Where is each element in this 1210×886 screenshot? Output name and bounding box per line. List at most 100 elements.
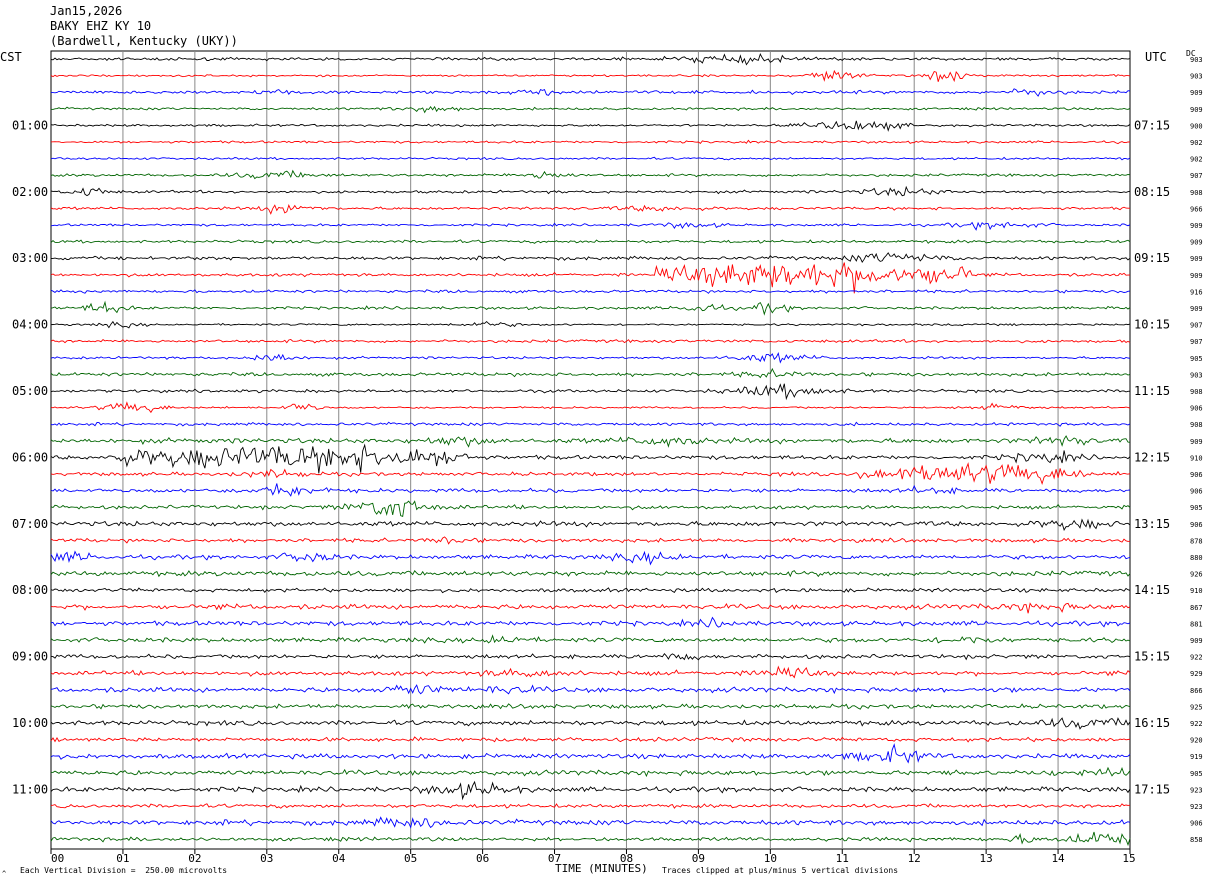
dc-offset-label: 906 (1190, 820, 1203, 828)
x-tick-label: 14 (1051, 852, 1065, 865)
trace-1 (50, 69, 1131, 83)
left-hour-label: 07:00 (12, 517, 48, 531)
dc-offset-label: 902 (1190, 139, 1203, 147)
x-tick-label: 04 (332, 852, 346, 865)
left-hour-label: 09:00 (12, 650, 48, 664)
trace-12 (50, 252, 1131, 264)
left-hour-label: 03:00 (12, 251, 48, 265)
right-hour-label: 16:15 (1134, 716, 1170, 730)
corner-mark: ^ (2, 870, 7, 878)
dc-offset-label: 907 (1190, 172, 1203, 180)
x-tick-label: 01 (116, 852, 129, 865)
x-tick-label: 10 (764, 852, 777, 865)
right-hour-label: 13:15 (1134, 517, 1170, 531)
trace-17 (50, 338, 1131, 344)
trace-44 (50, 780, 1131, 801)
dc-offset-label: 907 (1190, 322, 1203, 330)
dc-offset-label: 905 (1190, 355, 1203, 363)
left-hour-label: 08:00 (12, 583, 48, 597)
x-tick-label: 02 (188, 852, 201, 865)
trace-26 (50, 483, 1131, 497)
trace-33 (50, 602, 1131, 614)
dc-offset-label: 910 (1190, 587, 1203, 595)
right-hour-label: 17:15 (1134, 782, 1170, 796)
dc-offset-label: 909 (1190, 222, 1203, 230)
trace-23 (50, 435, 1131, 448)
x-axis-title: TIME (MINUTES) (555, 862, 648, 875)
trace-18 (50, 351, 1131, 364)
trace-34 (50, 616, 1131, 628)
plot-date: Jan15,2026 (50, 4, 123, 18)
dc-offset-label: 858 (1190, 836, 1203, 844)
dc-offset-label: 916 (1190, 288, 1203, 296)
dc-offset-label: 905 (1190, 770, 1203, 778)
dc-offset-label: 920 (1190, 737, 1203, 745)
dc-offset-label: 866 (1190, 687, 1203, 695)
x-tick-label: 12 (908, 852, 921, 865)
dc-offset-label: 908 (1190, 189, 1203, 197)
x-tick-label: 13 (980, 852, 993, 865)
trace-40 (50, 717, 1131, 730)
dc-offset-label: 910 (1190, 454, 1203, 462)
left-hour-label: 10:00 (12, 716, 48, 730)
right-hour-label: 11:15 (1134, 384, 1170, 398)
trace-36 (50, 652, 1131, 661)
trace-27 (50, 500, 1131, 518)
dc-offset-label: 966 (1190, 205, 1203, 213)
dc-offset-label: 903 (1190, 371, 1203, 379)
dc-offset-label: 907 (1190, 338, 1203, 346)
trace-37 (50, 665, 1131, 679)
trace-38 (50, 684, 1131, 695)
dc-offset-label: 881 (1190, 620, 1203, 628)
dc-offset-label: 925 (1190, 703, 1203, 711)
trace-45 (50, 803, 1131, 809)
dc-offset-label: 909 (1190, 239, 1203, 247)
trace-47 (50, 831, 1131, 847)
trace-21 (50, 401, 1131, 414)
left-hour-label: 02:00 (12, 185, 48, 199)
x-tick-label: 03 (260, 852, 273, 865)
station-code: BAKY EHZ KY 10 (50, 19, 152, 33)
left-hour-label: 06:00 (12, 450, 48, 464)
right-hour-label: 12:15 (1134, 450, 1170, 464)
dc-offset-label: 906 (1190, 521, 1203, 529)
dc-offset-label: 922 (1190, 654, 1203, 662)
trace-32 (50, 587, 1131, 594)
dc-offset-label: 908 (1190, 421, 1203, 429)
dc-offset-label: 909 (1190, 89, 1203, 97)
dc-offset-label: 878 (1190, 537, 1203, 545)
x-tick-label: 05 (404, 852, 417, 865)
right-hour-label: 10:15 (1134, 318, 1170, 332)
trace-25 (50, 462, 1131, 486)
x-tick-label: 09 (692, 852, 705, 865)
dc-offset-label: 923 (1190, 786, 1203, 794)
trace-29 (50, 536, 1131, 545)
trace-43 (50, 766, 1131, 778)
x-tick-label: 06 (476, 852, 489, 865)
trace-28 (50, 518, 1131, 531)
trace-16 (50, 320, 1131, 329)
dc-offset-label: 909 (1190, 438, 1203, 446)
trace-6 (50, 156, 1131, 161)
dc-offset-label: 926 (1190, 571, 1203, 579)
trace-20 (50, 383, 1131, 401)
seismogram-plot: 00 01 02 03 04 05 06 07 08 09 10 11 12 13 14 1590390390… (12, 50, 1203, 865)
dc-offset-label: 867 (1190, 604, 1203, 612)
right-timezone-label: UTC (1145, 50, 1167, 64)
scale-note: Each Vertical Division = 250.00 microvol… (20, 866, 228, 875)
left-hour-label: 05:00 (12, 384, 48, 398)
right-hour-label: 09:15 (1134, 251, 1170, 265)
left-timezone-label: CST (0, 50, 22, 64)
trace-42 (50, 743, 1131, 764)
trace-11 (50, 239, 1131, 244)
dc-offset-label: 902 (1190, 156, 1203, 164)
dc-offset-label: 880 (1190, 554, 1203, 562)
right-hour-label: 08:15 (1134, 185, 1170, 199)
dc-offset-label: 929 (1190, 670, 1203, 678)
dc-offset-label: 905 (1190, 504, 1203, 512)
station-location: (Bardwell, Kentucky (UKY)) (50, 34, 238, 48)
plot-frame (50, 50, 1131, 850)
right-hour-label: 14:15 (1134, 583, 1170, 597)
trace-30 (50, 550, 1131, 566)
x-tick-label: 15 (1122, 852, 1135, 865)
